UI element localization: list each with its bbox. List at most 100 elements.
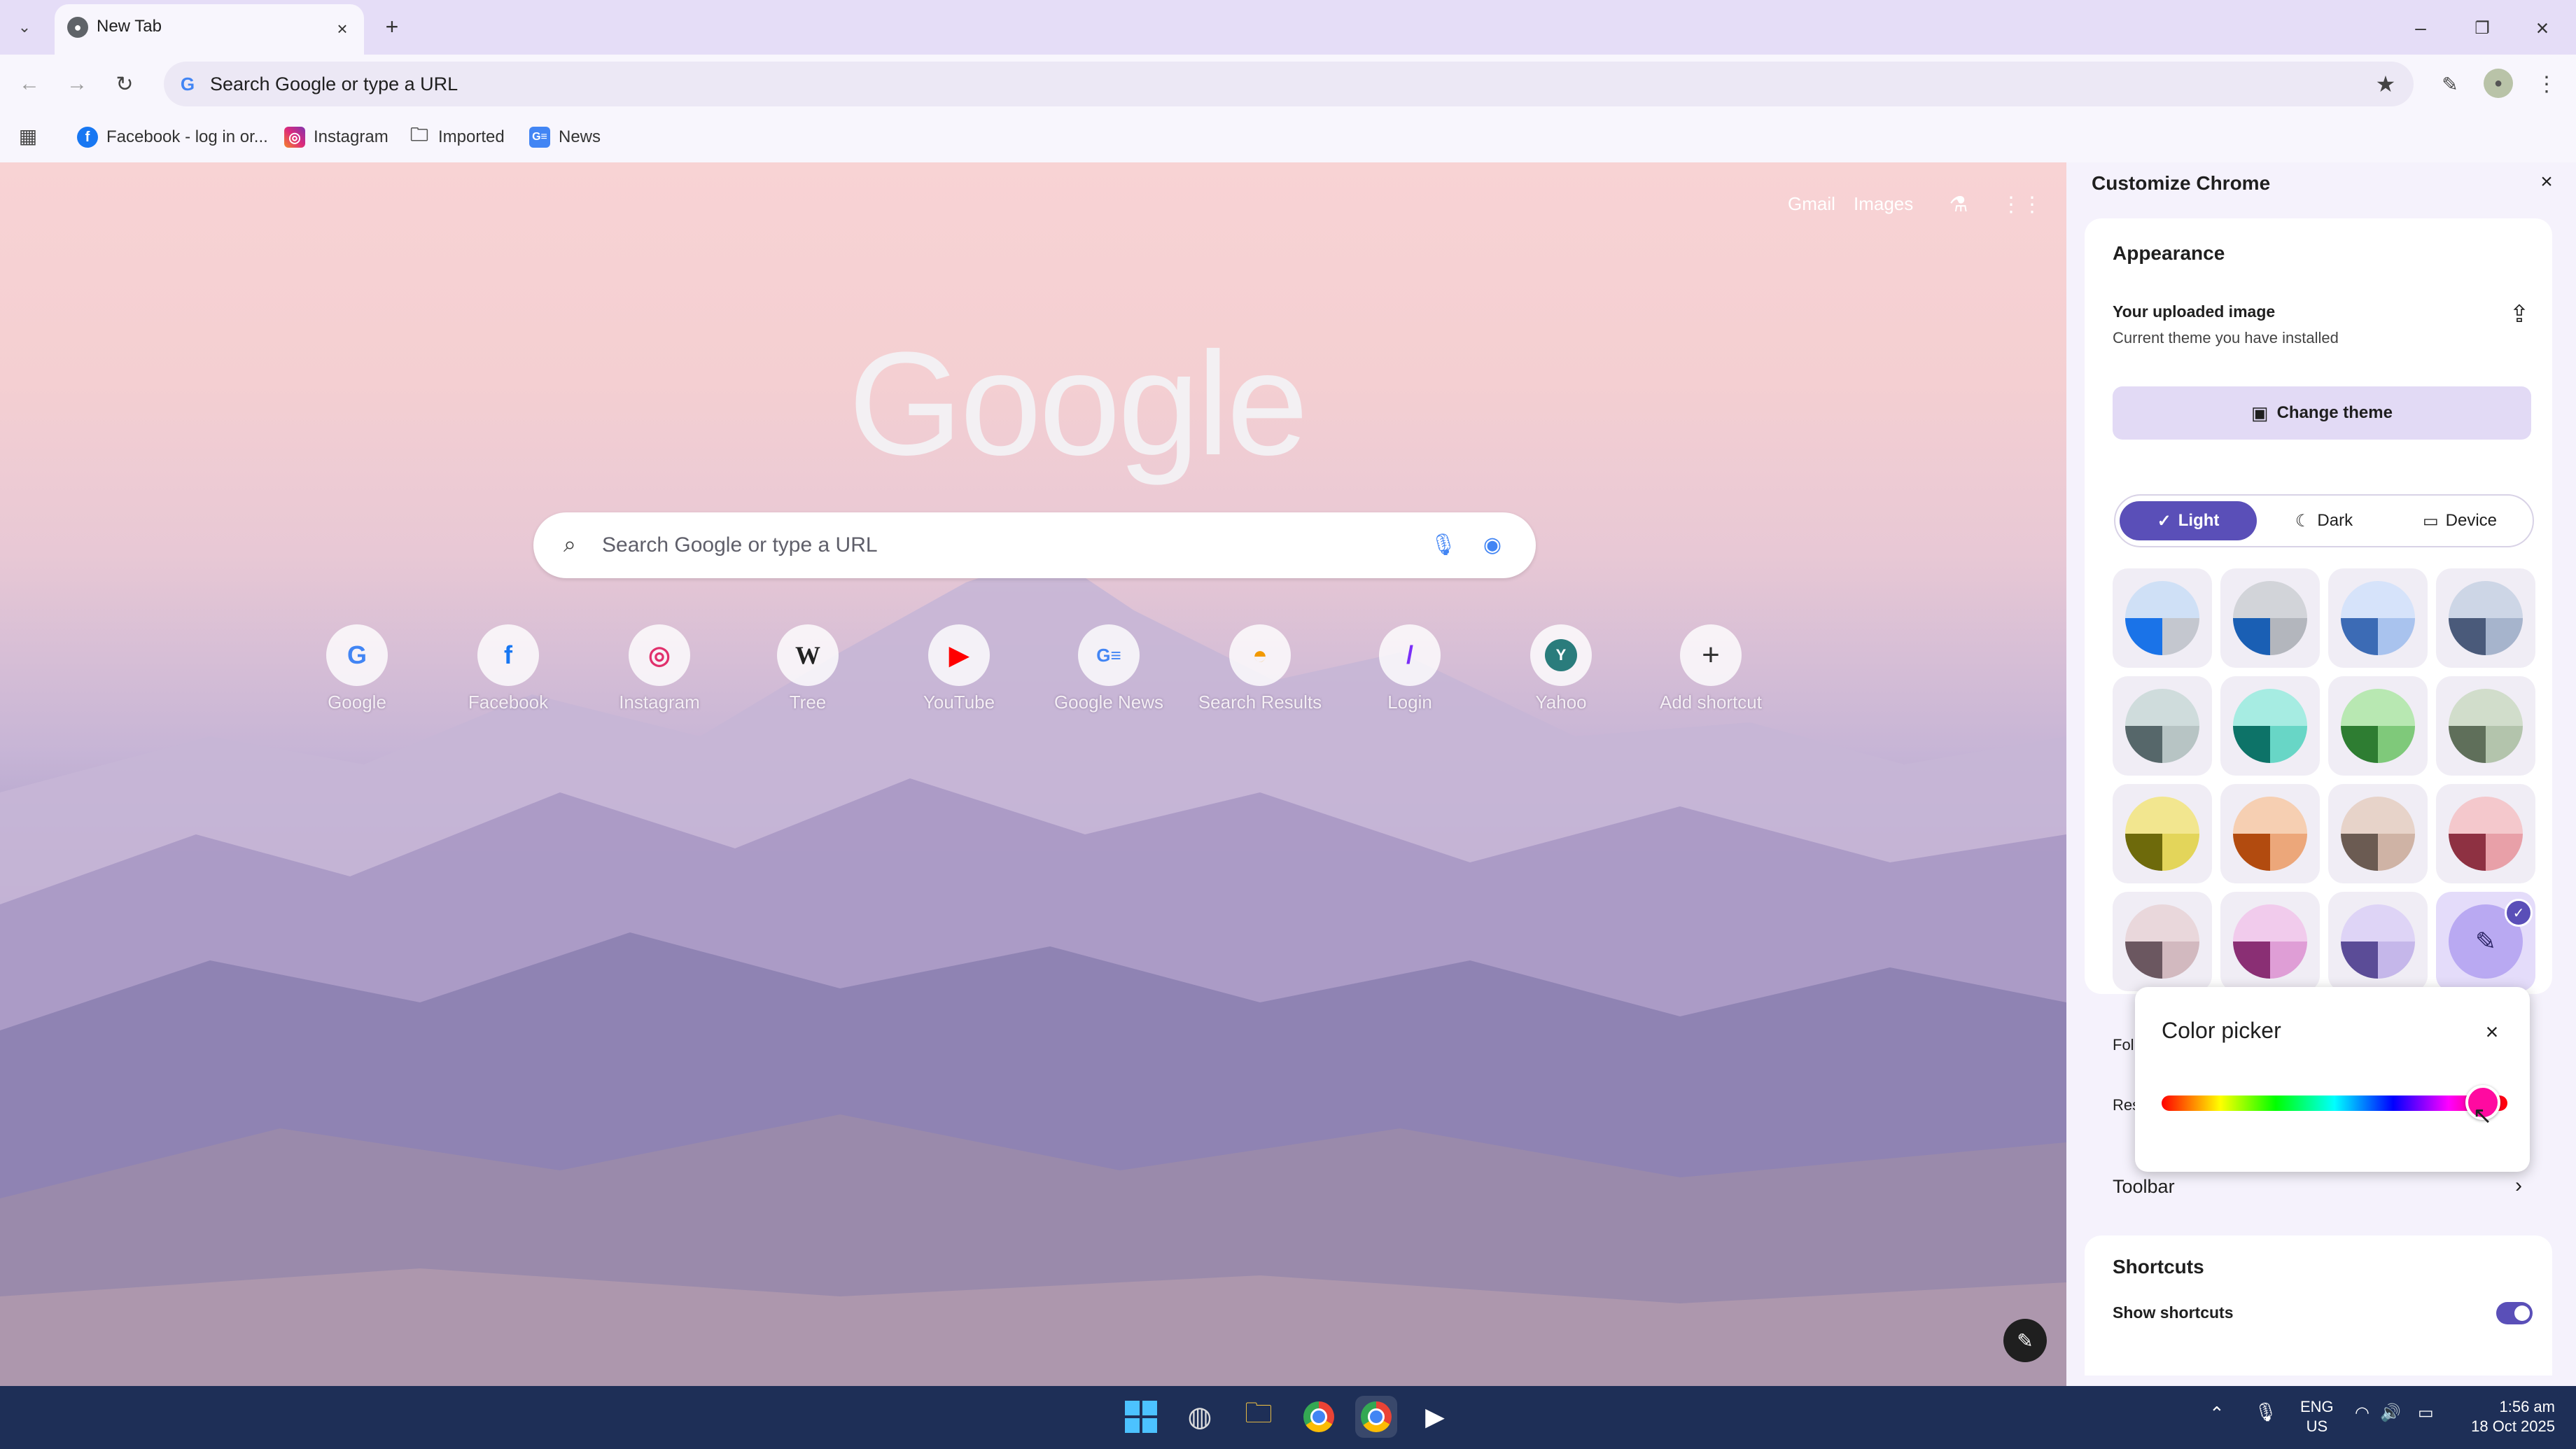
swatch-bottom-right [2270,941,2307,979]
omnibox-placeholder: Search Google or type a URL [210,74,458,94]
shortcut-login[interactable]: / Login [1340,624,1480,713]
battery-icon[interactable]: ▭ [2418,1403,2434,1423]
theme-color-swatch[interactable] [2436,676,2535,776]
profile-avatar[interactable]: ● [2484,69,2513,98]
file-explorer-icon[interactable]: 🗀 [1238,1396,1280,1438]
swatch-top [2449,797,2523,834]
panel-close-icon[interactable]: × [2533,168,2561,196]
microphone-icon[interactable]: 🎙 [2254,1401,2277,1423]
chevron-right-icon[interactable]: › [2506,1173,2531,1198]
chrome-active-taskbar-icon[interactable] [1355,1396,1397,1438]
close-window-icon[interactable]: × [2528,14,2556,42]
menu-kebab-icon[interactable]: ⋮ [2534,69,2559,99]
shortcut-instagram[interactable]: ◎ Instagram [589,624,729,713]
labs-flask-icon[interactable]: ⚗ [1943,189,1974,220]
back-icon[interactable]: ← [14,69,45,99]
bookmark-facebook[interactable]: f Facebook - log in or... [77,123,268,151]
swatch-bottom-left [2449,726,2486,763]
google-g-icon: G [180,73,195,94]
volume-icon[interactable]: 🔊 [2380,1403,2401,1423]
color-picker-title: Color picker [2162,1018,2281,1043]
shortcut-label: Yahoo [1535,692,1587,713]
apps-grid-icon[interactable]: ▦ [14,122,42,150]
bookmark-news[interactable]: G≡ News [529,123,601,151]
new-tab-button[interactable]: + [378,13,406,41]
theme-color-swatch[interactable] [2113,892,2212,991]
facebook-icon: f [477,624,539,686]
shortcut-tree[interactable]: W Tree [738,624,878,713]
mode-dark-button[interactable]: ☾ Dark [2260,501,2388,540]
bookmark-star-icon[interactable]: ★ [2372,70,2400,98]
wifi-icon[interactable]: ◠ [2355,1403,2370,1423]
theme-color-swatch[interactable] [2436,784,2535,883]
tab-new-tab[interactable]: ● New Tab × [55,4,364,55]
shortcut-label: Google [328,692,386,713]
clock[interactable]: 1:56 am 18 Oct 2025 [2457,1397,2555,1436]
bookmark-instagram[interactable]: ◎ Instagram [284,123,388,151]
theme-color-swatch[interactable] [2220,892,2320,991]
google-logo: Google [848,321,1308,486]
selected-check-icon: ✓ [2505,899,2533,927]
theme-color-swatch[interactable] [2220,568,2320,668]
google-apps-icon[interactable]: ⋮⋮ [2001,189,2043,220]
theme-color-swatch[interactable] [2436,568,2535,668]
gmail-link[interactable]: Gmail [1788,193,1835,215]
shortcut-yahoo[interactable]: Y Yahoo [1491,624,1631,713]
mode-light-button[interactable]: ✓ Light [2120,501,2257,540]
theme-color-swatch[interactable] [2328,784,2428,883]
voice-search-icon[interactable]: 🎙 [1428,529,1459,560]
swatch-bottom-right [2378,941,2415,979]
theme-color-swatch[interactable] [2113,568,2212,668]
theme-color-swatch[interactable] [2328,568,2428,668]
swatch-bottom-left [2125,618,2162,655]
change-theme-button[interactable]: ▣ Change theme [2113,386,2531,440]
theme-color-swatch[interactable] [2220,784,2320,883]
add-shortcut-button[interactable]: + Add shortcut [1641,624,1781,713]
color-picker-close-icon[interactable]: × [2477,1016,2507,1047]
shortcut-google[interactable]: G Google [287,624,427,713]
swatch-circle [2233,797,2307,871]
edit-pencil-icon[interactable]: ✎ [2435,69,2465,99]
lang-code: ENG [2300,1398,2334,1415]
images-link[interactable]: Images [1854,193,1913,215]
reload-icon[interactable]: ↻ [109,69,140,99]
omnibox[interactable]: G Search Google or type a URL ★ [164,62,2414,106]
swatch-bottom-left [2341,941,2378,979]
shortcut-google-news[interactable]: G≡ Google News [1039,624,1179,713]
instagram-icon: ◎ [629,624,690,686]
start-button[interactable] [1120,1396,1162,1438]
theme-color-swatch[interactable] [2113,676,2212,776]
swatch-bottom-right [2162,941,2199,979]
theme-subtitle: Current theme you have installed [2113,329,2339,346]
theme-color-swatch[interactable] [2328,676,2428,776]
theme-color-swatch[interactable] [2328,892,2428,991]
chrome-logo-icon [1361,1401,1392,1432]
show-hidden-icons-chevron[interactable]: ⌃ [2209,1403,2225,1424]
upload-icon[interactable]: ⇪ [2503,298,2535,330]
swatch-circle [2233,581,2307,655]
lens-icon[interactable]: ◉ [1477,529,1508,560]
tab-search-icon[interactable]: ⌄ [10,13,39,42]
minimize-icon[interactable]: – [2407,14,2435,42]
media-player-icon[interactable]: ▶ [1414,1396,1456,1438]
language-indicator[interactable]: ENG US [2300,1397,2334,1436]
forward-icon[interactable]: → [62,69,92,99]
customize-pencil-button[interactable]: ✎ [2003,1319,2047,1362]
ntp-search-box[interactable]: ⌕ Search Google or type a URL 🎙 ◉ [533,512,1536,578]
shortcut-youtube[interactable]: ▶ YouTube [889,624,1029,713]
theme-color-swatch[interactable] [2113,784,2212,883]
chrome-taskbar-icon[interactable] [1298,1396,1340,1438]
swatch-circle [2449,689,2523,763]
taskbar-app-icon[interactable]: ◍ [1179,1396,1221,1438]
hue-slider[interactable] [2162,1096,2507,1111]
mode-device-button[interactable]: ▭ Device [2391,501,2528,540]
shortcut-search-results[interactable]: ◓ Search Results [1190,624,1330,713]
bookmark-folder-imported[interactable]: 🗀 Imported [409,123,505,151]
show-shortcuts-toggle[interactable] [2496,1302,2533,1324]
theme-color-swatch[interactable] [2220,676,2320,776]
shortcut-facebook[interactable]: f Facebook [438,624,578,713]
laptop-icon: ▭ [2422,511,2439,531]
tab-close-icon[interactable]: × [330,17,354,41]
mode-light-label: Light [2178,511,2220,530]
restore-icon[interactable]: ❐ [2468,14,2496,42]
